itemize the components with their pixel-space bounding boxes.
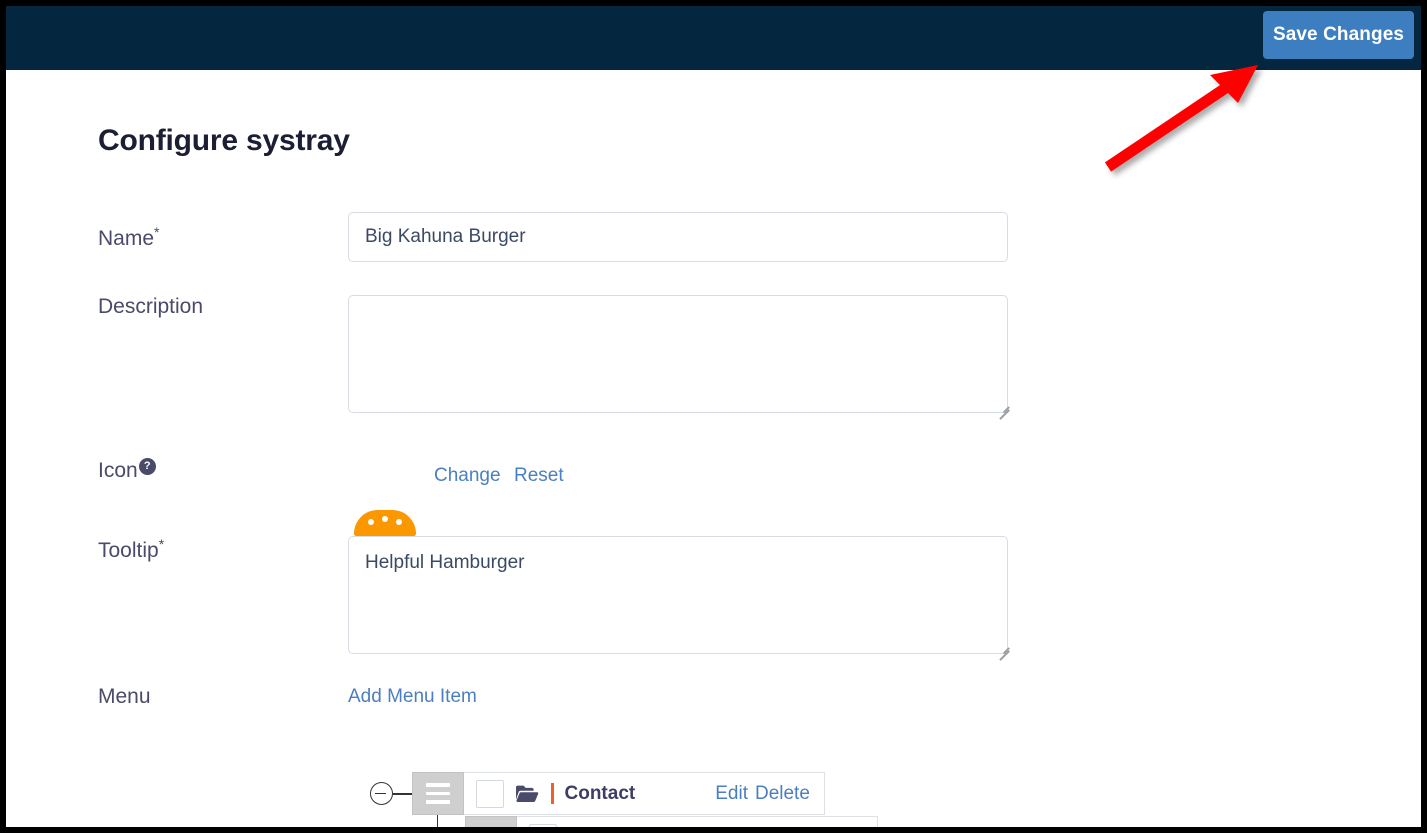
change-icon-link[interactable]: Change bbox=[434, 465, 501, 487]
menu-item-separator bbox=[551, 783, 554, 804]
delete-link[interactable]: Delete bbox=[808, 827, 863, 828]
drag-handle-icon[interactable] bbox=[465, 816, 517, 827]
menu-row-body: Contact Edit Delete bbox=[464, 772, 825, 815]
burger-seed bbox=[368, 519, 374, 525]
edit-link[interactable]: Edit bbox=[768, 827, 801, 828]
menu-item-title: Support bbox=[618, 827, 691, 828]
menu-item-title: Contact bbox=[564, 782, 636, 804]
tree-connector-horizontal bbox=[393, 793, 412, 795]
table-row[interactable]: Contact Edit Delete bbox=[412, 772, 825, 815]
burger-bun-top bbox=[354, 510, 416, 536]
edit-link[interactable]: Edit bbox=[715, 783, 748, 805]
name-label: Name* bbox=[98, 224, 159, 251]
icon-label: Icon? bbox=[98, 458, 156, 483]
app-page: Save Changes Configure systray Name* Des… bbox=[6, 6, 1421, 827]
tooltip-required-mark: * bbox=[158, 536, 165, 552]
screenshot-frame: Save Changes Configure systray Name* Des… bbox=[0, 0, 1427, 833]
tooltip-label-text: Tooltip bbox=[98, 539, 159, 562]
name-input[interactable] bbox=[348, 212, 1008, 262]
top-toolbar: Save Changes bbox=[6, 6, 1421, 70]
burger-seed bbox=[382, 516, 388, 522]
folder-open-icon bbox=[514, 782, 540, 806]
menu-row-body: Support Edit Delete bbox=[517, 816, 878, 827]
description-textarea[interactable] bbox=[348, 295, 1008, 413]
table-row[interactable]: Support Edit Delete bbox=[465, 816, 878, 827]
menu-row-actions: Edit Delete bbox=[715, 783, 810, 805]
description-label: Description bbox=[98, 295, 204, 318]
save-changes-button[interactable]: Save Changes bbox=[1263, 11, 1414, 59]
tooltip-textarea[interactable] bbox=[348, 536, 1008, 654]
collapse-toggle-icon[interactable] bbox=[370, 782, 393, 805]
drag-handle-icon[interactable] bbox=[412, 772, 464, 815]
name-required-mark: * bbox=[154, 224, 160, 240]
menu-item-checkbox[interactable] bbox=[529, 823, 557, 827]
menu-label: Menu bbox=[98, 685, 151, 708]
reset-icon-link[interactable]: Reset bbox=[514, 465, 564, 487]
form-content: Configure systray Name* Description Icon… bbox=[6, 70, 1421, 827]
menu-tree: Contact Edit Delete bbox=[354, 710, 1054, 827]
help-icon[interactable]: ? bbox=[138, 458, 156, 475]
page-title: Configure systray bbox=[98, 124, 350, 157]
name-label-text: Name bbox=[98, 227, 155, 250]
burger-seed bbox=[396, 519, 402, 525]
menu-item-checkbox[interactable] bbox=[476, 779, 504, 808]
paper-plane-icon bbox=[567, 826, 593, 828]
add-menu-item-link[interactable]: Add Menu Item bbox=[348, 686, 477, 708]
menu-row-actions: Edit Delete bbox=[768, 827, 863, 828]
delete-link[interactable]: Delete bbox=[755, 783, 810, 805]
tooltip-label: Tooltip* bbox=[98, 536, 164, 563]
icon-label-text: Icon bbox=[98, 459, 138, 482]
